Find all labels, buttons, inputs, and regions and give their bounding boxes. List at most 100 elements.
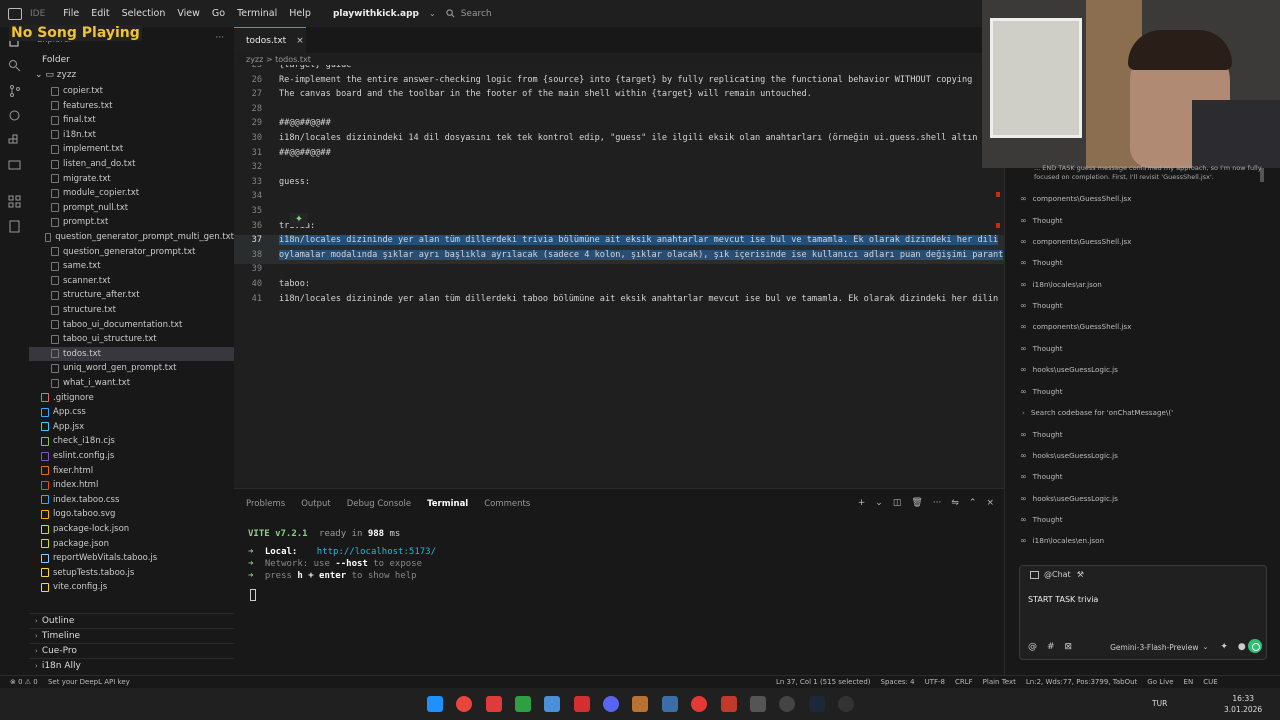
microphone-icon[interactable]: ● [1238,642,1246,652]
code-line[interactable]: 27 The canvas board and the toolbar in th… [234,89,1004,104]
keyboard-profile[interactable]: CUE [1203,678,1217,686]
chat-file-item[interactable]: ∞ components\GuessShell.jsx [1020,322,1131,331]
file-item[interactable]: scanner.txt [29,274,234,288]
code-line[interactable]: 31 ##@@##@@## [234,148,1004,163]
tab-debug-console[interactable]: Debug Console [347,499,411,509]
steam-icon[interactable] [809,696,825,712]
breadcrumb[interactable]: zyzz > todos.txt [246,55,311,64]
openai-icon[interactable] [838,696,854,712]
chat-thought-item[interactable]: ∞ Thought [1020,387,1063,396]
workspace-name[interactable]: playwithkick.app [333,9,419,19]
file-item[interactable]: .gitignore [29,391,234,405]
at-icon[interactable]: @ [1028,642,1037,652]
file-item[interactable]: logo.taboo.svg [29,507,234,521]
chat-file-item[interactable]: ∞ hooks\useGuessLogic.js [1020,494,1118,503]
chat-input-box[interactable]: @Chat ⚒ START TASK trivia @ # ⊠ Gemini-3… [1019,565,1267,660]
tab-terminal[interactable]: Terminal [427,499,468,509]
add-terminal-icon[interactable]: + [858,498,866,508]
chat-file-item[interactable]: ∞ hooks\useGuessLogic.js [1020,365,1118,374]
chat-file-item[interactable]: ∞ hooks\useGuessLogic.js [1020,451,1118,460]
chat-thought-item[interactable]: ∞ Thought [1020,258,1063,267]
chrome-icon[interactable] [456,696,472,712]
file-item[interactable]: prompt_null.txt [29,201,234,215]
file-item[interactable]: question_generator_prompt.txt [29,245,234,259]
menu-go[interactable]: Go [206,8,231,19]
file-item[interactable]: eslint.config.js [29,449,234,463]
illustrator-icon[interactable] [632,696,648,712]
code-line[interactable]: 33 guess: [234,177,1004,192]
line-ending[interactable]: CRLF [955,678,973,686]
model-selector[interactable]: Gemini-3-Flash-Preview [1110,643,1198,652]
code-line[interactable]: 39 [234,264,1004,279]
encoding[interactable]: UTF-8 [925,678,945,686]
ide-taskbar-icon[interactable] [515,696,531,712]
tab-todos[interactable]: todos.txt × [234,27,306,53]
chevron-down-icon[interactable]: ⌄ [875,498,883,508]
chat-thought-item[interactable]: ∞ Thought [1020,301,1063,310]
file-item[interactable]: structure_after.txt [29,288,234,302]
filezilla-icon[interactable] [574,696,590,712]
file-item[interactable]: prompt.txt [29,215,234,229]
chevron-down-icon[interactable]: ⌄ [1203,643,1209,651]
app-icon[interactable] [750,696,766,712]
terminal-output[interactable]: VITE v7.2.1 ready in 988 ms ➜ Local: htt… [248,529,436,583]
close-icon[interactable]: × [986,498,994,508]
chat-mention[interactable]: @Chat [1044,570,1071,579]
code-line[interactable]: 40 taboo: [234,279,1004,294]
chat-thought-item[interactable]: ∞ Thought [1020,472,1063,481]
menu-file[interactable]: File [57,8,85,19]
remote-icon[interactable] [8,159,21,172]
split-terminal-icon[interactable]: ◫ [893,498,902,508]
hash-icon[interactable]: # [1047,642,1055,652]
file-item[interactable]: App.jsx [29,420,234,434]
chat-thought-item[interactable]: ∞ Thought [1020,515,1063,524]
file-item[interactable]: final.txt [29,113,234,127]
chat-thought-item[interactable]: ∞ Thought [1020,216,1063,225]
tab-output[interactable]: Output [301,499,331,509]
file-item[interactable]: package.json [29,537,234,551]
tab-problems[interactable]: Problems [246,499,285,509]
chat-file-item[interactable]: ∞ components\GuessShell.jsx [1020,194,1131,203]
youtube-icon[interactable] [691,696,707,712]
trash-icon[interactable]: 🗑 [911,498,922,508]
file-item[interactable]: index.html [29,478,234,492]
cursor-position[interactable]: Ln 37, Col 1 (515 selected) [776,678,871,686]
file-item[interactable]: uniq_word_gen_prompt.txt [29,361,234,375]
file-item[interactable]: vite.config.js [29,580,234,594]
go-live-button[interactable]: Go Live [1147,678,1173,686]
menu-view[interactable]: View [171,8,206,19]
file-item[interactable]: taboo_ui_documentation.txt [29,318,234,332]
file-item[interactable]: same.txt [29,259,234,273]
sidebar-section[interactable]: › Cue-Pro [29,643,234,658]
file-item[interactable]: check_i18n.cjs [29,434,234,448]
inline-ai-icon[interactable]: ✦ [290,213,308,227]
sparkle-icon[interactable]: ✦ [1220,642,1228,652]
file-item[interactable]: package-lock.json [29,522,234,536]
code-line[interactable]: 35 [234,206,1004,221]
windows-start-icon[interactable] [427,696,443,712]
file-item[interactable]: fixer.html [29,464,234,478]
code-line[interactable]: 29 ##@@##@@## [234,118,1004,133]
deepl-status[interactable]: Set your DeepL API key [48,678,130,686]
tool-icon[interactable]: ⚒ [1077,570,1084,579]
document-icon[interactable] [8,220,21,233]
maximize-icon[interactable]: ⌃ [969,498,977,508]
davinci-icon[interactable] [662,696,678,712]
send-button[interactable] [1248,639,1262,653]
search-box[interactable]: Search [446,9,492,19]
chat-file-item[interactable]: ∞ i18n\locales\en.json [1020,536,1104,545]
code-line[interactable]: 36trivia: [234,221,1004,236]
sidebar-section[interactable]: › i18n Ally [29,658,234,673]
file-item[interactable]: setupTests.taboo.js [29,566,234,580]
file-item[interactable]: question_generator_prompt_multi_gen.txt [29,230,234,244]
chat-file-item[interactable]: ∞ i18n\locales\ar.json [1020,280,1102,289]
close-icon[interactable]: × [296,36,304,46]
code-line[interactable]: 38 oylamalar modalında şıklar ayrı başlık… [234,249,1004,265]
language-indicator[interactable]: TUR [1152,699,1167,708]
code-line[interactable]: 30 i18n/locales dizinindeki 14 dil dosyas… [234,133,1004,148]
app-icon[interactable] [544,696,560,712]
file-item[interactable]: copier.txt [29,84,234,98]
code-line[interactable]: 28 [234,104,1004,119]
source-control-icon[interactable] [8,84,21,97]
menu-help[interactable]: Help [283,8,317,19]
